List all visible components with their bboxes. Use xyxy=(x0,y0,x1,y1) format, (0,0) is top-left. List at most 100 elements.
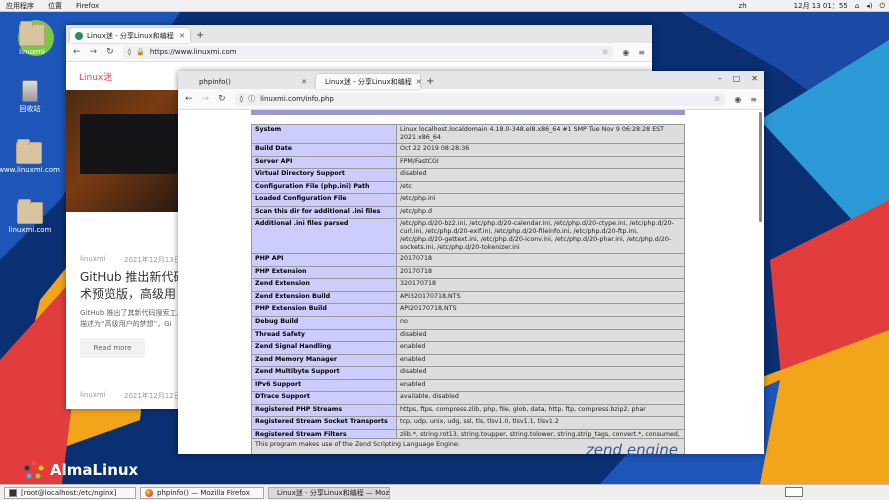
almalinux-logo-icon xyxy=(24,460,44,479)
close-window-icon[interactable]: ✕ xyxy=(751,74,758,83)
phpinfo-key: Server API xyxy=(251,155,397,170)
forward-icon[interactable]: → xyxy=(202,94,210,104)
volume-icon[interactable]: ◂) xyxy=(866,2,872,10)
forward-icon[interactable]: → xyxy=(90,47,98,57)
reload-icon[interactable]: ↻ xyxy=(106,47,114,57)
scrollbar[interactable] xyxy=(759,112,762,222)
tab-title: phpinfo() xyxy=(199,77,231,86)
new-tab-button[interactable]: + xyxy=(426,76,434,87)
info-icon[interactable]: ⓘ xyxy=(248,94,255,104)
desktop-icon-label: linuxmi xyxy=(19,48,45,56)
read-more-button[interactable]: Read more xyxy=(80,338,145,358)
taskbar-item-terminal[interactable]: [root@localhost:/etc/nginx] xyxy=(4,486,136,499)
input-method-indicator[interactable]: zh xyxy=(739,2,747,10)
post-summary-line: GitHub 推出了其新代码搜索工具 xyxy=(80,309,180,317)
phpinfo-header-bar xyxy=(251,110,685,115)
pocket-icon[interactable]: ◉ xyxy=(622,48,629,57)
post-title-line: GitHub 推出新代码 xyxy=(80,270,180,284)
menu-icon[interactable]: ≡ xyxy=(638,48,645,57)
phpinfo-key: Zend Extension Build xyxy=(251,290,397,305)
phpinfo-key: Zend Signal Handling xyxy=(251,341,397,355)
phpinfo-value: 20170718 xyxy=(396,253,685,267)
phpinfo-key: System xyxy=(251,124,397,144)
desktop-icon-label: 回收站 xyxy=(19,105,41,113)
almalinux-wordmark: AlmaLinux xyxy=(50,461,139,479)
applications-menu[interactable]: 应用程序 xyxy=(6,1,34,11)
bookmark-star-icon[interactable]: ☆ xyxy=(714,95,720,103)
tab-phpinfo[interactable]: phpinfo() ✕ xyxy=(194,74,312,89)
url-bar[interactable]: ◊ 🔒 https://www.linuxmi.com ☆ xyxy=(122,45,614,59)
post-author[interactable]: linuxmi xyxy=(80,391,106,399)
phpinfo-value: Linux localhost.localdomain 4.18.0-348.e… xyxy=(396,124,685,144)
phpinfo-row: IPv6 Support enabled xyxy=(251,378,685,393)
phpinfo-value: /etc/php.d/20-bz2.ini, /etc/php.d/20-cal… xyxy=(396,218,685,255)
places-menu[interactable]: 位置 xyxy=(48,1,62,11)
post-title[interactable]: GitHub 推出新代码 术预览版，高级用 xyxy=(80,269,180,303)
close-tab-icon[interactable]: ✕ xyxy=(301,78,307,86)
phpinfo-key: PHP Extension Build xyxy=(251,303,397,317)
phpinfo-value: tcp, udp, unix, udg, ssl, tls, tlsv1.0, … xyxy=(396,416,685,430)
url-text[interactable]: https://www.linuxmi.com xyxy=(150,48,597,56)
phpinfo-value: available, disabled xyxy=(396,391,685,405)
taskbar-item-label: [root@localhost:/etc/nginx] xyxy=(21,488,117,497)
app-menu[interactable]: Firefox xyxy=(76,2,99,10)
phpinfo-value: 20170718 xyxy=(396,265,685,280)
tab-strip: Linux迷 - 分享Linux和编程 ✕ + xyxy=(66,25,652,43)
trash-icon xyxy=(22,80,38,102)
lock-icon[interactable]: 🔒 xyxy=(136,48,145,56)
new-tab-button[interactable]: + xyxy=(196,30,204,41)
desktop-icon-linuxmi-com[interactable]: linuxmi.com xyxy=(0,199,62,234)
zend-box: This program makes use of the Zend Scrip… xyxy=(251,438,685,454)
network-icon[interactable]: ⌂ xyxy=(855,2,859,10)
tab-strip: phpinfo() ✕ Linux迷 - 分享Linux和编程 ✕ + – □ … xyxy=(178,71,764,89)
browser-window-front[interactable]: phpinfo() ✕ Linux迷 - 分享Linux和编程 ✕ + – □ … xyxy=(178,71,764,454)
window-controls: – □ ✕ xyxy=(718,74,758,83)
phpinfo-row: Virtual Directory Support disabled xyxy=(251,168,685,182)
phpinfo-table: System Linux localhost.localdomain 4.18.0… xyxy=(251,124,685,449)
bookmark-star-icon[interactable]: ☆ xyxy=(602,48,608,56)
phpinfo-key: Build Date xyxy=(251,143,397,157)
shield-icon[interactable]: ◊ xyxy=(128,48,131,56)
pocket-icon[interactable]: ◉ xyxy=(734,95,741,104)
reload-icon[interactable]: ↻ xyxy=(218,94,226,104)
desktop-icon-www[interactable]: www.linuxmi.com xyxy=(0,139,61,174)
taskbar-item-linuxmi[interactable]: Linux迷 - 分享Linux和编程 — Mozilla... xyxy=(268,486,390,499)
desktop-icon-trash[interactable]: 回收站 xyxy=(0,80,62,114)
tab-linuxmi[interactable]: Linux迷 - 分享Linux和编程 ✕ xyxy=(316,74,422,89)
taskbar-item-label: Linux迷 - 分享Linux和编程 — Mozilla... xyxy=(277,488,390,497)
phpinfo-page: System Linux localhost.localdomain 4.18.0… xyxy=(178,110,764,454)
workspace-switcher[interactable] xyxy=(785,487,803,497)
power-icon[interactable]: ⏻ xyxy=(879,2,885,11)
back-icon[interactable]: ← xyxy=(185,94,193,104)
url-bar[interactable]: ◊ ⓘ linuxmi.com/info.php ☆ xyxy=(234,92,726,106)
phpinfo-value: enabled xyxy=(396,341,685,355)
phpinfo-row: Loaded Configuration File/etc/php.ini xyxy=(251,193,685,207)
close-tab-icon[interactable]: ✕ xyxy=(179,32,185,40)
phpinfo-row: Zend Memory Manager enabled xyxy=(251,353,685,368)
nav-toolbar: ← → ↻ ◊ ⓘ linuxmi.com/info.php ☆ ◉ ≡ xyxy=(178,89,764,110)
post-author[interactable]: linuxmi xyxy=(80,255,106,263)
phpinfo-row: Registered PHP Streams https, ftps, compr… xyxy=(251,403,685,418)
shield-icon[interactable]: ◊ xyxy=(240,95,243,103)
phpinfo-value: 320170718 xyxy=(396,278,685,292)
phpinfo-value: /etc xyxy=(396,180,685,195)
phpinfo-row: Registered Stream Socket Transports tcp, … xyxy=(251,416,685,430)
phpinfo-key: Zend Multibyte Support xyxy=(251,366,397,380)
url-text[interactable]: linuxmi.com/info.php xyxy=(260,95,709,103)
phpinfo-key: Loaded Configuration File xyxy=(251,193,397,207)
maximize-icon[interactable]: □ xyxy=(733,74,741,83)
tab-linuxmi[interactable]: Linux迷 - 分享Linux和编程 ✕ xyxy=(70,28,190,43)
phpinfo-key: Debug Build xyxy=(251,316,397,330)
site-brand[interactable]: Linux迷 xyxy=(79,70,112,83)
minimize-icon[interactable]: – xyxy=(718,74,722,83)
desktop-icon-linuxmi[interactable]: linuxmi xyxy=(0,21,64,56)
tab-title: Linux迷 - 分享Linux和编程 xyxy=(325,77,412,86)
clock[interactable]: 12月 13 01：55 xyxy=(794,1,848,11)
post-summary: GitHub 推出了其新代码搜索工具 描述为“高级用户的梦想”，Gi xyxy=(80,308,180,330)
phpinfo-key: Zend Memory Manager xyxy=(251,353,397,368)
back-icon[interactable]: ← xyxy=(73,47,81,57)
menu-icon[interactable]: ≡ xyxy=(750,95,757,104)
taskbar-item-phpinfo[interactable]: phpinfo() — Mozilla Firefox xyxy=(140,486,264,499)
taskbar: [root@localhost:/etc/nginx] phpinfo() — … xyxy=(0,484,889,500)
close-tab-icon[interactable]: ✕ xyxy=(416,78,422,86)
